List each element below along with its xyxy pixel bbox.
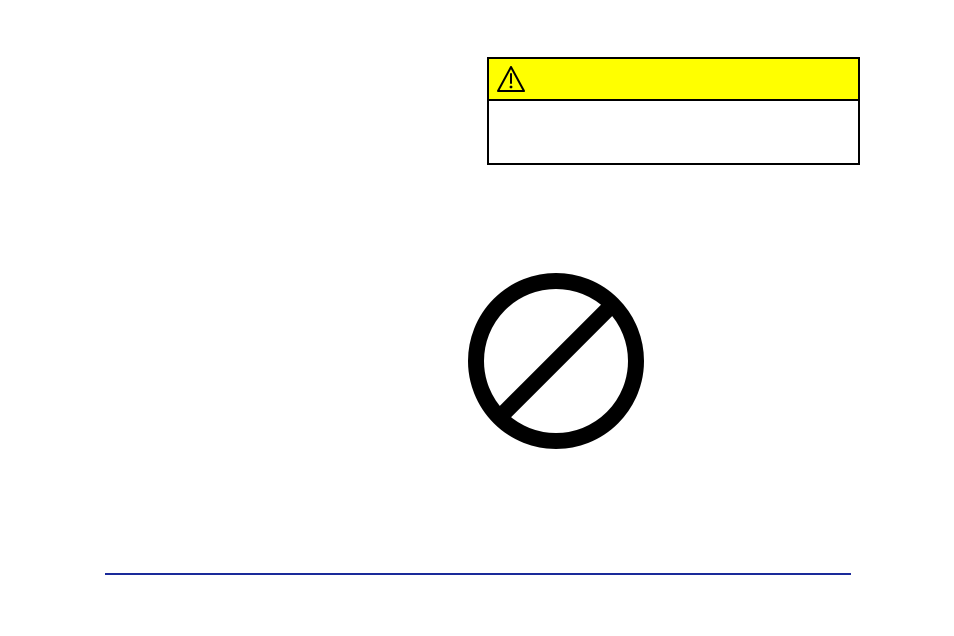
- prohibit-icon: [463, 268, 649, 454]
- warning-triangle-icon: [497, 66, 525, 92]
- caution-body: [489, 101, 858, 163]
- footer-rule: [105, 573, 851, 575]
- caution-box: [487, 57, 860, 165]
- caution-header: [489, 59, 858, 101]
- document-page: [0, 0, 954, 636]
